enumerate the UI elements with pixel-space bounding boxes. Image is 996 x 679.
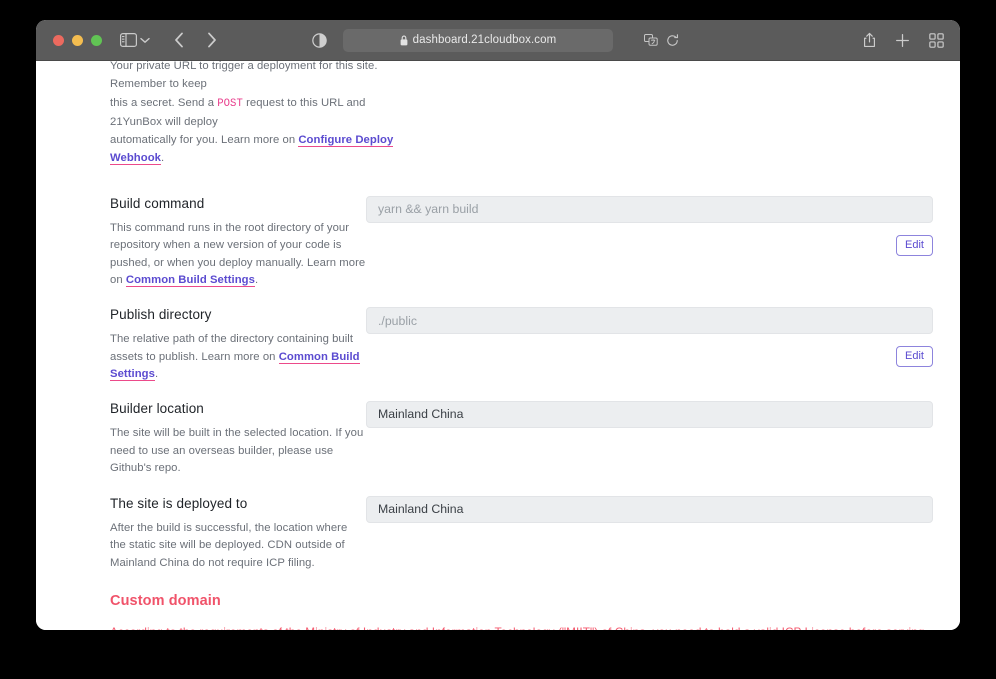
deployed-to-title: The site is deployed to [110,496,366,511]
build-command-description: This command runs in the root directory … [110,220,366,290]
chevron-down-icon[interactable] [140,37,150,44]
builder-location-section: Builder location The site will be built … [36,401,960,478]
publish-directory-input[interactable]: ./public [366,307,933,334]
custom-domain-p1-a: According to the requirements of the Min… [110,625,782,630]
publish-directory-control: ./public Edit [366,307,960,384]
toolbar-right-actions [863,32,944,48]
url-text: dashboard.21cloudbox.com [413,34,557,46]
deployed-to-select[interactable]: Mainland China [366,496,933,523]
address-bar[interactable]: dashboard.21cloudbox.com [343,29,613,52]
publish-directory-info: Publish directory The relative path of t… [36,307,366,384]
builder-location-control: Mainland China [366,401,960,478]
publish-directory-title: Publish directory [110,307,366,322]
custom-domain-title: Custom domain [110,593,933,609]
deploy-hook-desc-line2a: this a secret. Send a [110,97,217,109]
custom-domain-paragraph-1: According to the requirements of the Min… [110,623,933,630]
appearance-contrast-icon[interactable] [312,33,327,48]
post-method-text: POST [217,98,243,110]
minimize-window-button[interactable] [72,35,83,46]
builder-location-title: Builder location [110,401,366,416]
builder-location-description: The site will be built in the selected l… [110,425,366,478]
build-command-edit-button[interactable]: Edit [896,235,933,256]
page-viewport: Your private URL to trigger a deployment… [36,61,960,630]
window-controls [53,35,102,46]
sidebar-toggle-icon[interactable] [120,33,137,47]
site-settings-content: Your private URL to trigger a deployment… [36,61,960,630]
deploy-hook-spacer [396,61,960,168]
publish-directory-desc-b: . [155,368,158,380]
maximize-window-button[interactable] [91,35,102,46]
screenshot-root: dashboard.21cloudbox.com [0,0,996,679]
deploy-hook-desc-line3b: . [161,152,164,164]
deployed-to-control: Mainland China [366,496,960,573]
browser-window: dashboard.21cloudbox.com [36,20,960,630]
share-icon[interactable] [863,32,876,48]
custom-domain-section: Custom domain According to the requireme… [36,593,960,630]
publish-directory-edit-row: Edit [366,346,933,367]
build-command-control: yarn && yarn build Edit [366,196,960,290]
reload-icon[interactable] [666,34,679,47]
build-command-desc-b: . [255,274,258,286]
builder-location-select[interactable]: Mainland China [366,401,933,428]
back-arrow-icon[interactable] [166,28,192,52]
deploy-hook-description: Your private URL to trigger a deployment… [110,61,396,168]
build-command-title: Build command [110,196,366,211]
browser-toolbar: dashboard.21cloudbox.com [36,20,960,61]
deploy-hook-desc-line3a: automatically for you. Learn more on [110,134,298,146]
address-bar-actions [644,34,679,47]
plus-icon[interactable] [895,33,910,48]
tab-overview-icon[interactable] [929,33,944,48]
icp-license-link[interactable]: ICP License [782,625,846,630]
lock-icon [400,35,408,46]
builder-location-info: Builder location The site will be built … [36,401,366,478]
publish-directory-description: The relative path of the directory conta… [110,331,366,384]
deployed-to-section: The site is deployed to After the build … [36,496,960,573]
deployed-to-description: After the build is successful, the locat… [110,520,366,573]
build-command-input[interactable]: yarn && yarn build [366,196,933,223]
publish-directory-section: Publish directory The relative path of t… [36,307,960,384]
build-command-edit-row: Edit [366,235,933,256]
deployed-to-info: The site is deployed to After the build … [36,496,366,573]
deploy-hook-desc-line1: Your private URL to trigger a deployment… [110,61,378,90]
build-command-info: Build command This command runs in the r… [36,196,366,290]
common-build-settings-link-1[interactable]: Common Build Settings [126,274,255,287]
publish-directory-edit-button[interactable]: Edit [896,346,933,367]
deploy-hook-description-column: Your private URL to trigger a deployment… [36,61,396,168]
translate-icon[interactable] [644,34,658,46]
close-window-button[interactable] [53,35,64,46]
build-command-section: Build command This command runs in the r… [36,196,960,290]
deploy-hook-section: Your private URL to trigger a deployment… [36,61,960,168]
forward-arrow-icon[interactable] [198,28,224,52]
